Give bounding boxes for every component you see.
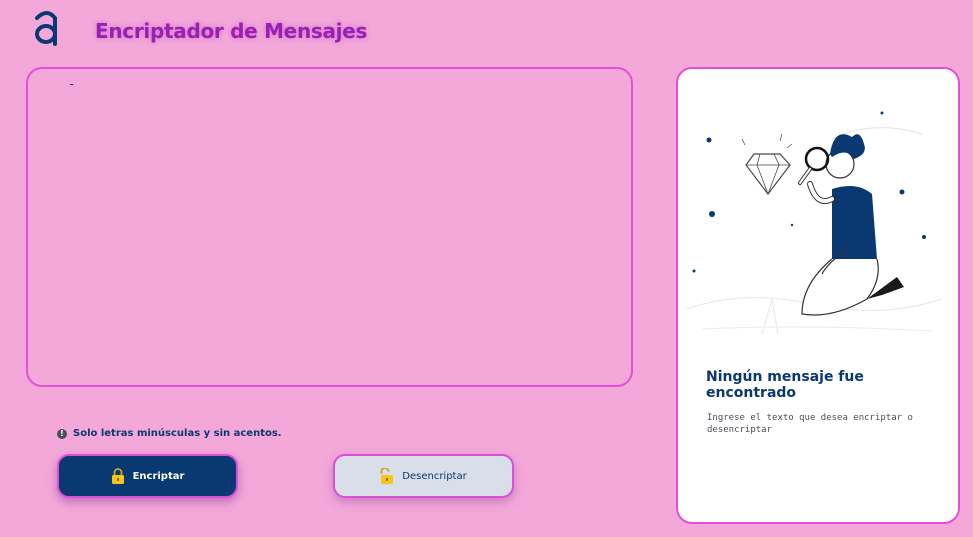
person-with-magnifying-glass-illustration bbox=[686, 111, 943, 335]
result-title: Ningún mensaje fue encontrado bbox=[706, 369, 864, 401]
result-description: Ingrese el texto que desea encriptar o d… bbox=[707, 413, 913, 435]
encrypt-button[interactable]: Encriptar bbox=[57, 454, 238, 498]
decrypt-button[interactable]: Desencriptar bbox=[333, 454, 514, 498]
result-panel: Ningún mensaje fue encontrado Ingrese el… bbox=[676, 67, 960, 524]
app-title: Encriptador de Mensajes bbox=[95, 19, 368, 43]
message-input-container: - bbox=[26, 67, 633, 387]
alura-logo-icon bbox=[35, 11, 57, 46]
unlock-icon bbox=[380, 468, 394, 484]
lock-icon bbox=[111, 468, 124, 484]
input-hint: ! Solo letras minúsculas y sin acentos. bbox=[57, 428, 282, 439]
decrypt-label: Desencriptar bbox=[402, 470, 467, 482]
hint-text: Solo letras minúsculas y sin acentos. bbox=[73, 428, 282, 439]
info-icon: ! bbox=[57, 428, 67, 439]
message-input[interactable]: - bbox=[28, 69, 631, 385]
encrypt-label: Encriptar bbox=[132, 470, 185, 482]
